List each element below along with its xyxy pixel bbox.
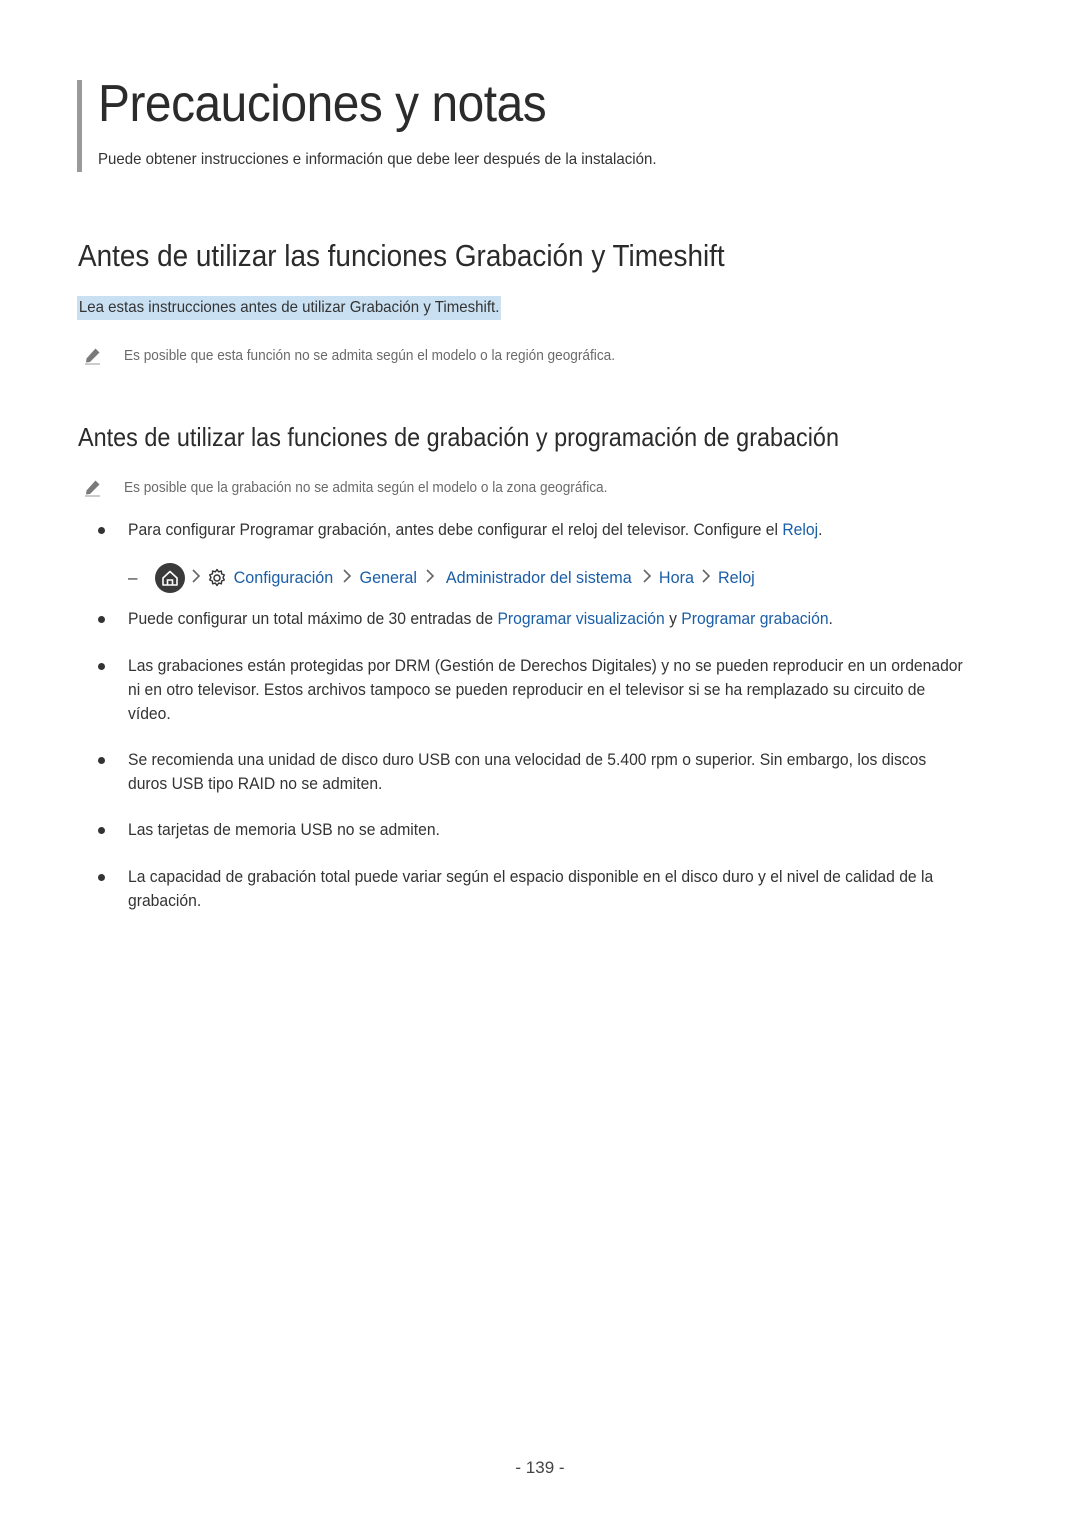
bullet-text-end: .: [828, 610, 833, 628]
programar-visualizacion-link[interactable]: Programar visualización: [497, 610, 664, 628]
bullet-dot: [98, 616, 105, 623]
breadcrumb-configuracion[interactable]: Configuración: [234, 568, 334, 588]
breadcrumb-reloj[interactable]: Reloj: [718, 568, 755, 588]
breadcrumb-general[interactable]: General: [360, 568, 417, 588]
breadcrumb-administrador[interactable]: Administrador del sistema: [446, 568, 632, 588]
chevron-right-icon: [701, 568, 711, 589]
highlighted-intro: Lea estas instrucciones antes de utiliza…: [77, 296, 502, 320]
bullet-text-end: .: [818, 521, 823, 539]
bullet-dot: [98, 757, 105, 764]
title-block: Precauciones y notas Puede obtener instr…: [77, 75, 977, 172]
chevron-right-icon: [425, 568, 435, 589]
section-heading-grabacion-timeshift: Antes de utilizar las funciones Grabació…: [78, 238, 725, 273]
chevron-right-icon: [191, 568, 201, 589]
page-number: - 139 -: [515, 1458, 565, 1477]
note-text: Es posible que la grabación no se admita…: [124, 480, 608, 496]
programar-grabacion-link[interactable]: Programar grabación: [681, 610, 828, 628]
note-zone: Es posible que la grabación no se admita…: [84, 479, 638, 497]
bullet-text: Las tarjetas de memoria USB no se admite…: [128, 821, 440, 839]
bullet-text: Se recomienda una unidad de disco duro U…: [128, 751, 927, 793]
section-heading-programacion: Antes de utilizar las funciones de graba…: [78, 422, 839, 452]
chevron-right-icon: [342, 568, 352, 589]
pencil-icon: [84, 479, 102, 497]
home-icon[interactable]: [155, 563, 186, 593]
bullet-text-middle: y: [664, 610, 682, 628]
page-subtitle: Puede obtener instrucciones e informació…: [98, 151, 657, 168]
gear-icon: [207, 568, 227, 588]
bullet-dot: [98, 827, 105, 834]
path-dash: –: [128, 568, 138, 587]
bullet-dot: [98, 527, 105, 534]
page-title: Precauciones y notas: [98, 75, 547, 133]
bullet-dot: [98, 663, 105, 670]
bullet-text: Las grabaciones están protegidas por DRM…: [128, 657, 963, 723]
bullet-text: Para configurar Programar grabación, ant…: [128, 521, 783, 539]
bullet-dot: [98, 874, 105, 881]
breadcrumb-hora[interactable]: Hora: [659, 568, 694, 588]
menu-path: – Configuración General Administrador de…: [128, 562, 756, 594]
chevron-right-icon: [642, 568, 652, 589]
pencil-icon: [84, 347, 102, 365]
bullet-text: Puede configurar un total máximo de 30 e…: [128, 610, 498, 628]
note-region: Es posible que esta función no se admita…: [84, 347, 646, 365]
reloj-link[interactable]: Reloj: [782, 521, 818, 539]
note-text: Es posible que esta función no se admita…: [124, 348, 616, 364]
bullet-text: La capacidad de grabación total puede va…: [128, 868, 934, 910]
